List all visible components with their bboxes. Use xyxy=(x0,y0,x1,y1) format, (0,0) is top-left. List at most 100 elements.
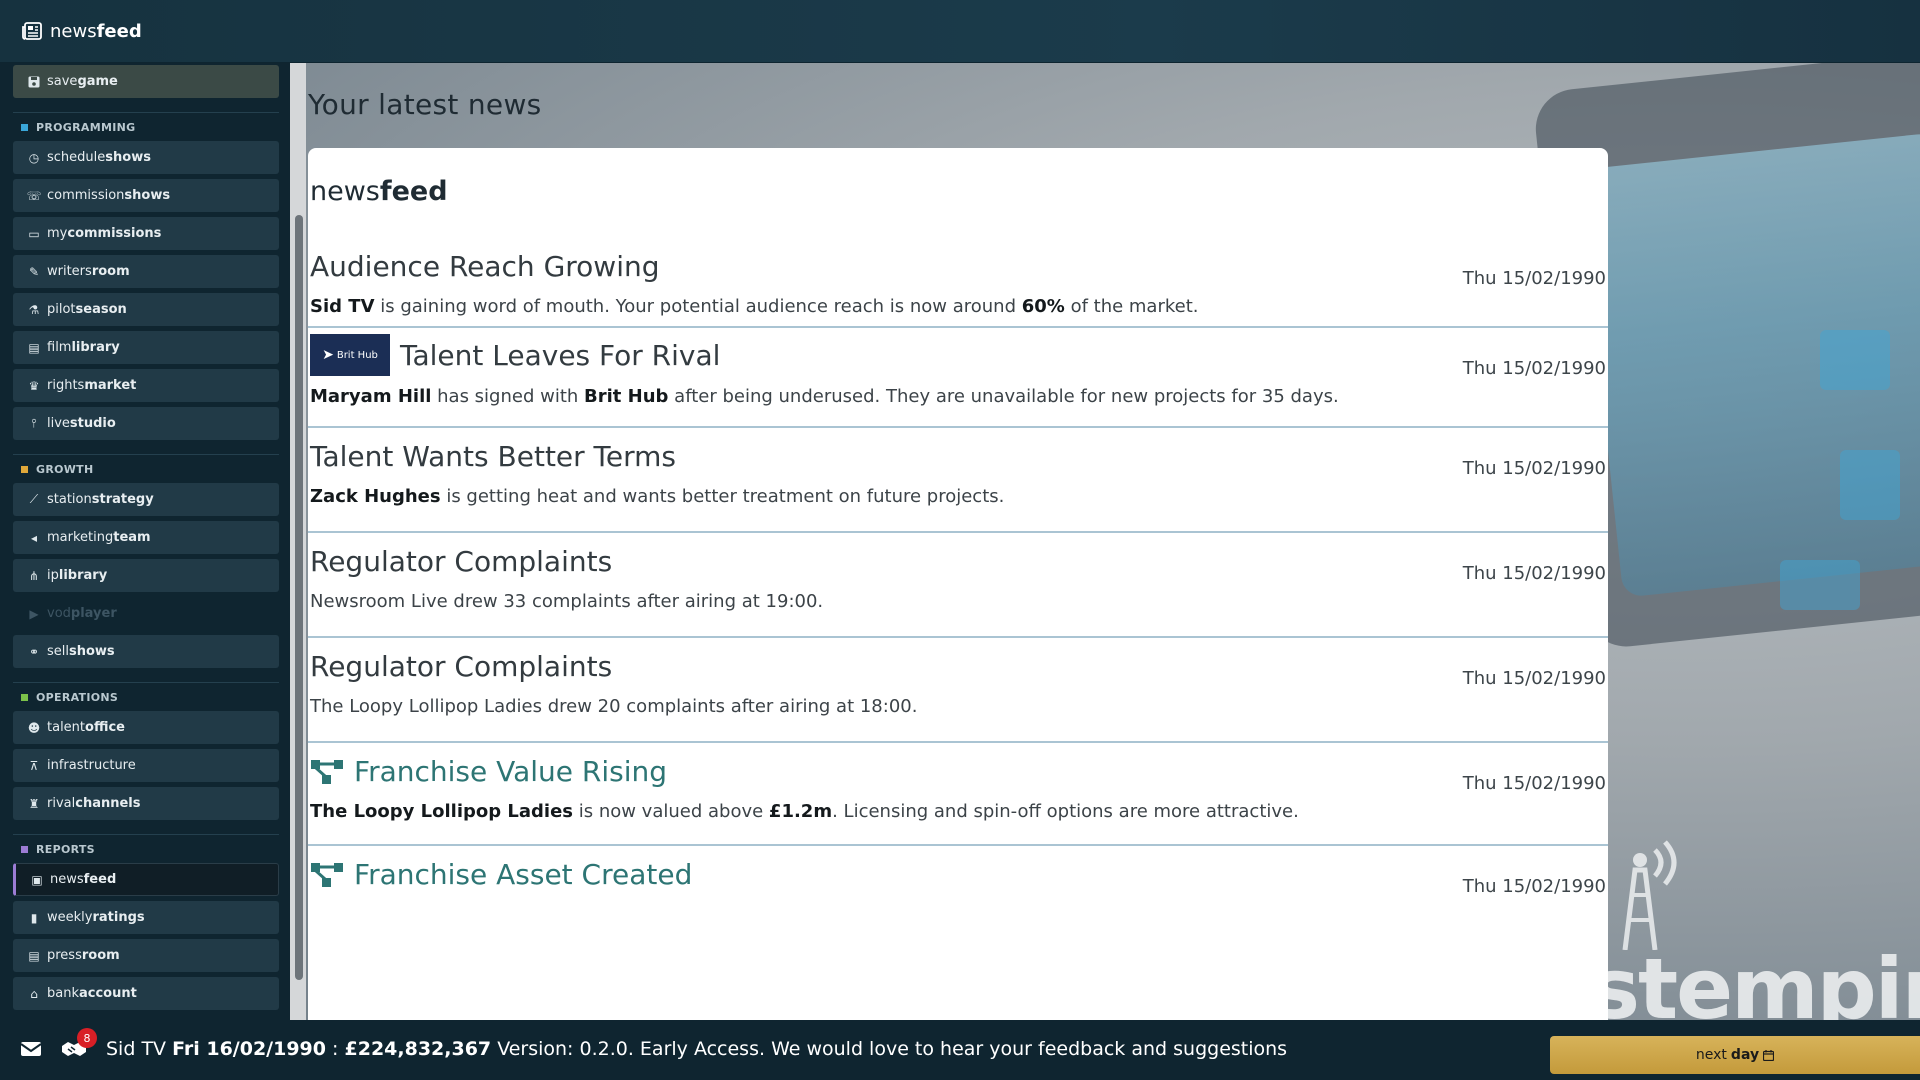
sidebar-item-pilotseason[interactable]: ⚗ pilotseason xyxy=(13,293,279,326)
pen-icon: ✎ xyxy=(28,264,40,279)
sidebar-item-newsfeed[interactable]: ▣ newsfeed xyxy=(13,863,279,896)
sidebar-item-label-light: news xyxy=(50,872,84,887)
channel-name: Sid TV xyxy=(106,1038,167,1060)
sidebar-item-mycommissions[interactable]: ▭ mycommissions xyxy=(13,217,279,250)
news-item[interactable]: ➤ Brit Hub Talent Leaves For Rival Thu 15/0… xyxy=(308,328,1608,428)
sidebar-item-infrastructure[interactable]: ⊼ infrastructure xyxy=(13,749,279,782)
brit-hub-arrow-icon: ➤ xyxy=(322,347,334,363)
sidebar-item-marketingteam[interactable]: ◂ marketingteam xyxy=(13,521,279,554)
sidebar-item-label-bold: commissions xyxy=(67,226,162,241)
news-item-title: Talent Wants Better Terms xyxy=(310,440,677,473)
sidebar-item-label-bold: room xyxy=(91,264,130,279)
notification-badge: 8 xyxy=(77,1028,97,1048)
sidebar-item-rightsmarket[interactable]: ♛ rightsmarket xyxy=(13,369,279,402)
news-item-header: Regulator Complaints xyxy=(310,545,612,578)
current-date: Fri 16/02/1990 xyxy=(172,1038,326,1060)
sidebar-item-label: rightsmarket xyxy=(47,378,136,393)
savegame-button[interactable]: savegame xyxy=(13,65,279,98)
section-marker xyxy=(21,466,28,473)
news-body-text: has signed with xyxy=(431,386,585,407)
app-title: newsfeed xyxy=(22,21,142,42)
sidebar-item-writersroom[interactable]: ✎ writersroom xyxy=(13,255,279,288)
news-item[interactable]: Audience Reach Growing Thu 15/02/1990 Sid … xyxy=(308,238,1608,328)
sidebar-item-label-light: schedule xyxy=(47,150,106,165)
news-body-emphasis: Sid TV xyxy=(310,296,375,317)
sidebar-item-label-bold: shows xyxy=(124,188,171,203)
sidebar-item-label-light: commission xyxy=(47,188,125,203)
news-body-emphasis: The Loopy Lollipop Ladies xyxy=(310,801,573,822)
sidebar-item-label: rivalchannels xyxy=(47,796,141,811)
clock-icon: ◷ xyxy=(28,150,40,165)
section-label: PROGRAMMING xyxy=(36,121,136,134)
news-body-text: is gaining word of mouth. Your potential… xyxy=(374,296,1022,317)
chess-icon: ♜ xyxy=(28,796,40,811)
panel-title-light: news xyxy=(310,176,380,207)
sidebar-item-label-bold: ratings xyxy=(92,910,145,925)
sidebar-item-iplibrary[interactable]: ⋔ iplibrary xyxy=(13,559,279,592)
play-icon: ▶ xyxy=(29,606,39,621)
sidebar-item-label: pressroom xyxy=(47,948,120,963)
sidebar-item-rivalchannels[interactable]: ♜ rivalchannels xyxy=(13,787,279,820)
news-item[interactable]: Regulator Complaints Thu 15/02/1990 Newsro… xyxy=(308,533,1608,638)
news-item-date: Thu 15/02/1990 xyxy=(1462,876,1606,897)
sidebar-item-livestudio[interactable]: ⫯ livestudio xyxy=(13,407,279,440)
newspaper-icon xyxy=(22,22,42,40)
sidebar-scrollbar[interactable] xyxy=(295,215,303,980)
phone-icon: ☏ xyxy=(26,188,42,203)
news-item-title[interactable]: Franchise Value Rising xyxy=(354,755,667,788)
news-item[interactable]: Franchise Asset Created Thu 15/02/1990 xyxy=(308,846,1608,926)
sidebar-item-label-light: press xyxy=(47,948,82,963)
sidebar-item-filmlibrary[interactable]: ▤ filmlibrary xyxy=(13,331,279,364)
news-item-date: Thu 15/02/1990 xyxy=(1462,668,1606,689)
sidebar-item-scheduleshows[interactable]: ◷ scheduleshows xyxy=(13,141,279,174)
news-body-text: Newsroom Live drew 33 complaints after a… xyxy=(310,591,824,612)
next-day-button[interactable]: next day xyxy=(1550,1036,1920,1074)
sidebar-item-sellshows[interactable]: ⚭ sellshows xyxy=(13,635,279,668)
news-body-emphasis: 60% xyxy=(1021,296,1065,317)
newsfeed-panel: newsfeed Audience Reach Growing Thu 15/02… xyxy=(308,148,1608,1020)
sidebar-item-pressroom[interactable]: ▤ pressroom xyxy=(13,939,279,972)
news-item-header: Talent Wants Better Terms xyxy=(310,440,676,473)
sidebar-section-programming: PROGRAMMING xyxy=(13,112,279,136)
news-body-text: . Licensing and spin-off options are mor… xyxy=(832,801,1299,822)
handshake-icon: ⚭ xyxy=(28,644,40,659)
sidebar-section-growth: GROWTH xyxy=(13,454,279,478)
channel-logo-text: Brit Hub xyxy=(336,349,378,361)
news-item-date: Thu 15/02/1990 xyxy=(1462,773,1606,794)
sidebar-item-label-bold: market xyxy=(84,378,137,393)
background-block xyxy=(1780,560,1860,610)
news-body-emphasis: Zack Hughes xyxy=(310,486,441,507)
sidebar-item-talentoffice[interactable]: ☻ talentoffice xyxy=(13,711,279,744)
calendar-icon xyxy=(1763,1049,1775,1061)
news-item[interactable]: Franchise Value Rising Thu 15/02/1990 The … xyxy=(308,743,1608,846)
sidebar-item-label-light: vod xyxy=(47,606,71,621)
sidebar-item-stationstrategy[interactable]: ⟋ stationstrategy xyxy=(13,483,279,516)
sidebar-item-label: vodplayer xyxy=(47,606,117,621)
news-item-header: Audience Reach Growing xyxy=(310,250,660,283)
sidebar-item-label-bold: team xyxy=(113,530,151,545)
version-text: Version: 0.2.0. Early Access. We would l… xyxy=(497,1038,1288,1060)
franchise-network-icon xyxy=(311,759,343,784)
trophy-icon: ♛ xyxy=(28,378,40,393)
news-body-emphasis: Brit Hub xyxy=(584,386,669,407)
app-title-light: news xyxy=(50,20,97,42)
news-item-date: Thu 15/02/1990 xyxy=(1462,268,1606,289)
news-body-text: The Loopy Lollipop Ladies drew 20 compla… xyxy=(310,696,918,717)
news-item-header: Regulator Complaints xyxy=(310,650,612,683)
sidebar-item-commissionshows[interactable]: ☏ commissionshows xyxy=(13,179,279,212)
sidebar-item-weeklyratings[interactable]: ▮ weeklyratings xyxy=(13,901,279,934)
mail-icon[interactable] xyxy=(20,1040,42,1058)
news-item[interactable]: Regulator Complaints Thu 15/02/1990 The Lo… xyxy=(308,638,1608,743)
news-item-title[interactable]: Franchise Asset Created xyxy=(354,858,692,891)
sidebar-section-reports: REPORTS xyxy=(13,834,279,858)
sidebar-item-label-light: live xyxy=(47,416,70,431)
bars-icon: ▮ xyxy=(30,910,38,925)
news-item[interactable]: Talent Wants Better Terms Thu 15/02/1990 Z… xyxy=(308,428,1608,533)
background-block xyxy=(1840,450,1900,520)
sidebar-item-bankaccount[interactable]: ⌂ bankaccount xyxy=(13,977,279,1010)
press-icon: ▤ xyxy=(28,948,40,963)
sidebar-item-label: talentoffice xyxy=(47,720,125,735)
news-item-body: Sid TV is gaining word of mouth. Your po… xyxy=(310,296,1199,317)
section-marker xyxy=(21,694,28,701)
sidebar-item-label: livestudio xyxy=(47,416,116,431)
